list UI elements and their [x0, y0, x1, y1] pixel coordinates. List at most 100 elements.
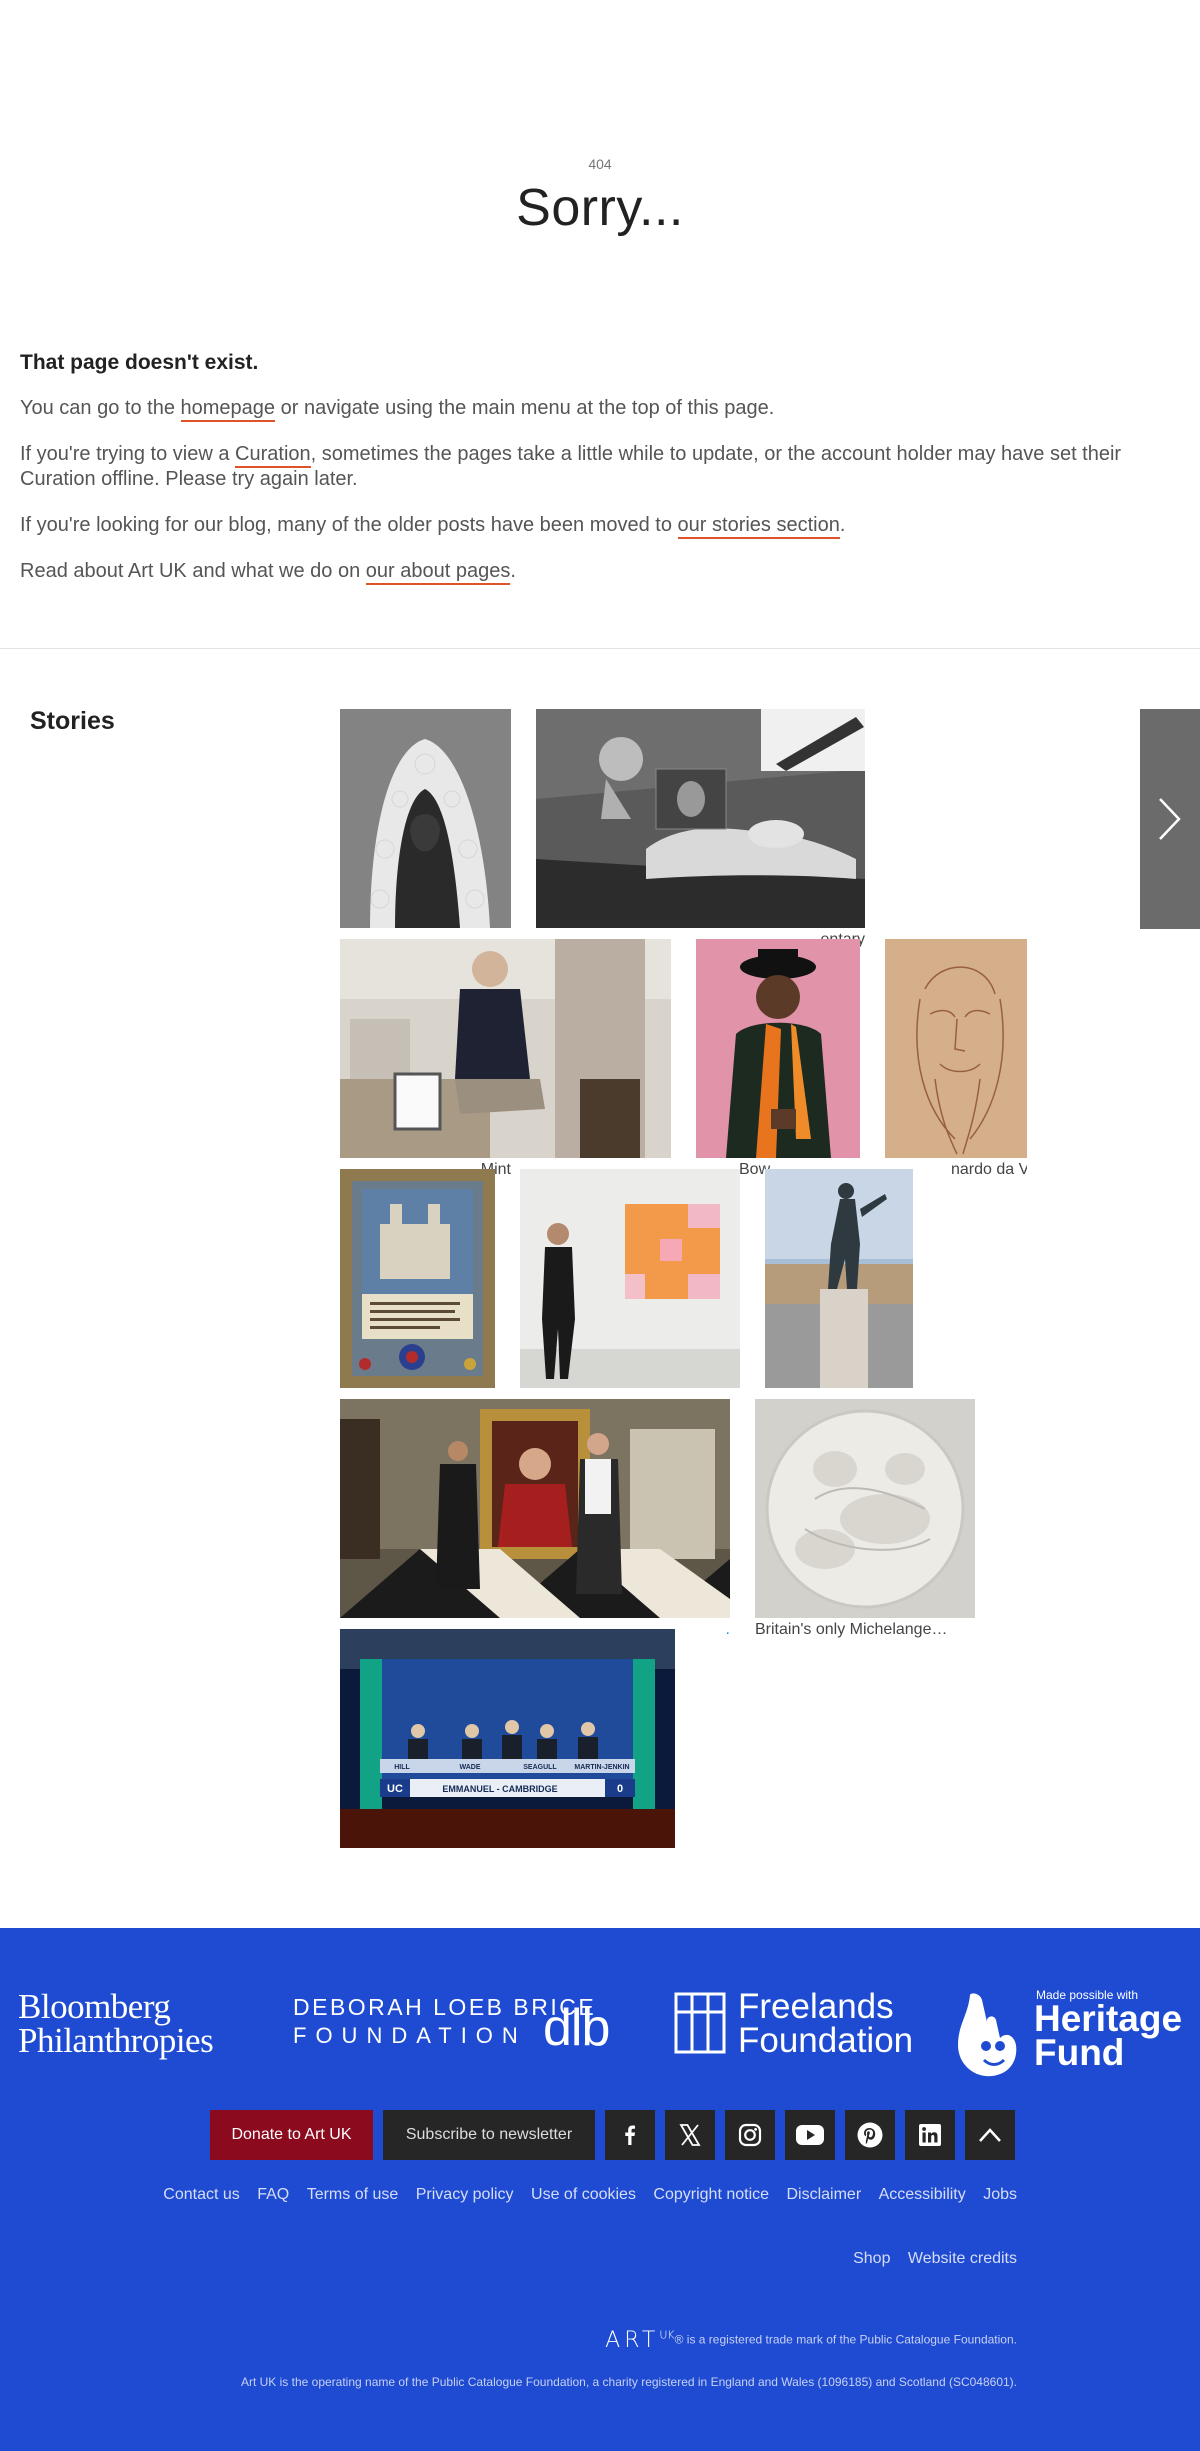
logo-line: Bloomberg: [18, 1987, 171, 2026]
stories-next-button[interactable]: [1140, 709, 1200, 929]
contestant-name: WADE: [460, 1764, 481, 1771]
text: If you're trying to view a: [20, 443, 236, 465]
chevron-right-icon: [1159, 798, 1181, 840]
pinterest-button[interactable]: [845, 2110, 895, 2160]
story-card[interactable]: Britain's only Michelange…: [755, 1399, 975, 1649]
donate-button[interactable]: Donate to Art UK: [210, 2110, 373, 2160]
team-score: 0: [617, 1783, 623, 1795]
footer-links-primary: Contact us FAQ Terms of use Privacy poli…: [0, 2186, 1017, 2204]
story-card[interactable]: [340, 1169, 495, 1419]
logo-line: Foundation: [738, 2021, 914, 2060]
linkedin-icon: [919, 2124, 941, 2146]
team-name: EMMANUEL - CAMBRIDGE: [442, 1784, 557, 1794]
story-image: [340, 1399, 730, 1618]
story-image: [696, 939, 860, 1158]
dlb-mark: dlb: [543, 1999, 610, 2057]
logo-line: Fund: [1034, 2032, 1125, 2073]
freelands-foundation-logo[interactable]: Freelands Foundation: [672, 1987, 922, 2090]
text: or navigate using the main menu at the t…: [275, 397, 775, 419]
heritage-fund-logo[interactable]: Made possible with Heritage Fund: [950, 1988, 1190, 2088]
text: You can go to the: [20, 397, 181, 419]
facebook-icon: [625, 2125, 635, 2145]
story-image: [340, 939, 671, 1158]
youtube-icon: [796, 2125, 824, 2145]
story-image: [536, 709, 865, 928]
text: .: [839, 514, 846, 536]
instagram-button[interactable]: [725, 2110, 775, 2160]
website-credits-link[interactable]: Website credits: [908, 2250, 1017, 2267]
linkedin-button[interactable]: [905, 2110, 955, 2160]
story-card[interactable]: .: [340, 1399, 730, 1649]
jobs-link[interactable]: Jobs: [983, 2186, 1017, 2203]
lottery-hand-icon: [958, 1993, 1017, 2077]
shop-link[interactable]: Shop: [853, 2250, 890, 2267]
youtube-button[interactable]: [785, 2110, 835, 2160]
stories-section-link[interactable]: our stories section: [677, 514, 840, 539]
story-card[interactable]: Bow: [696, 939, 860, 1189]
story-image: [340, 1169, 495, 1388]
x-icon: [679, 2124, 701, 2146]
about-pages-link[interactable]: our about pages: [365, 560, 511, 585]
contestant-name: HILL: [394, 1764, 410, 1771]
text: If you're looking for our blog, many of …: [20, 514, 678, 536]
logo-text: ART: [605, 2328, 660, 2353]
back-to-top-icon: [979, 2128, 1001, 2142]
error-message: That page doesn't exist. You can go to t…: [20, 350, 1180, 605]
divider: [0, 648, 1200, 649]
text: .: [510, 560, 516, 582]
error-code: 404: [588, 156, 612, 172]
quiz-logo: UC: [387, 1783, 403, 1795]
freelands-mark-icon: [674, 1992, 726, 2054]
trademark-notice: ARTUK® is a registered trade mark of the…: [0, 2328, 1017, 2353]
art-uk-logo[interactable]: ARTUK: [605, 2328, 674, 2353]
story-card[interactable]: HILL WADE SEAGULL MARTIN-JENKIN UC EMMAN…: [340, 1629, 675, 1850]
terms-link[interactable]: Terms of use: [307, 2186, 399, 2203]
privacy-link[interactable]: Privacy policy: [416, 2186, 514, 2203]
text: Read about Art UK and what we do on: [20, 560, 366, 582]
pinterest-icon: [857, 2122, 883, 2148]
story-card[interactable]: entary: [536, 709, 865, 959]
message-paragraph: Read about Art UK and what we do on our …: [20, 559, 1180, 585]
story-image: [340, 709, 511, 928]
homepage-link[interactable]: homepage: [180, 397, 276, 422]
story-card[interactable]: [520, 1169, 740, 1419]
facebook-button[interactable]: [605, 2110, 655, 2160]
logo-line: Freelands: [738, 1987, 894, 2026]
footer-links-secondary: Shop Website credits: [0, 2250, 1017, 2268]
faq-link[interactable]: FAQ: [257, 2186, 289, 2203]
subscribe-newsletter-button[interactable]: Subscribe to newsletter: [383, 2110, 595, 2160]
back-to-top-button[interactable]: [965, 2110, 1015, 2160]
story-card[interactable]: [340, 709, 511, 959]
message-paragraph: If you're trying to view a Curation, som…: [20, 442, 1180, 492]
trademark-text: ® is a registered trade mark of the Publ…: [674, 2332, 1017, 2347]
logo-line: Philanthropies: [18, 2021, 214, 2060]
x-button[interactable]: [665, 2110, 715, 2160]
contestant-name: SEAGULL: [523, 1764, 557, 1771]
stories-heading: Stories: [30, 707, 115, 735]
message-paragraph: If you're looking for our blog, many of …: [20, 513, 1180, 539]
footer-action-row: Donate to Art UK Subscribe to newsletter: [210, 2110, 1015, 2160]
logo-sup: UK: [659, 2328, 675, 2342]
copyright-link[interactable]: Copyright notice: [653, 2186, 769, 2203]
story-image: [765, 1169, 913, 1388]
story-card[interactable]: nardo da Vi…: [885, 939, 1027, 1189]
message-heading: That page doesn't exist.: [20, 351, 259, 374]
site-footer: Bloomberg Philanthropies DEBORAH LOEB BR…: [0, 1928, 1200, 2451]
charity-notice: Art UK is the operating name of the Publ…: [240, 2375, 1017, 2389]
story-image: [885, 939, 1027, 1158]
contact-link[interactable]: Contact us: [163, 2186, 239, 2203]
story-caption: Britain's only Michelange…: [755, 1621, 948, 1638]
disclaimer-link[interactable]: Disclaimer: [786, 2186, 861, 2203]
instagram-icon: [738, 2123, 762, 2147]
bloomberg-philanthropies-logo[interactable]: Bloomberg Philanthropies: [18, 1987, 253, 2090]
cookies-link[interactable]: Use of cookies: [531, 2186, 636, 2203]
curation-link[interactable]: Curation: [235, 443, 311, 468]
contestant-name: MARTIN-JENKIN: [574, 1764, 629, 1771]
accessibility-link[interactable]: Accessibility: [879, 2186, 966, 2203]
story-image: [520, 1169, 740, 1388]
page-title: Sorry...: [516, 179, 684, 237]
story-card[interactable]: Mint: [340, 939, 671, 1189]
story-card[interactable]: [765, 1169, 913, 1419]
logo-line: Heritage: [1034, 1998, 1183, 2039]
deborah-loeb-brice-foundation-logo[interactable]: DEBORAH LOEB BRICE FOUNDATION dlb: [293, 1994, 633, 2094]
